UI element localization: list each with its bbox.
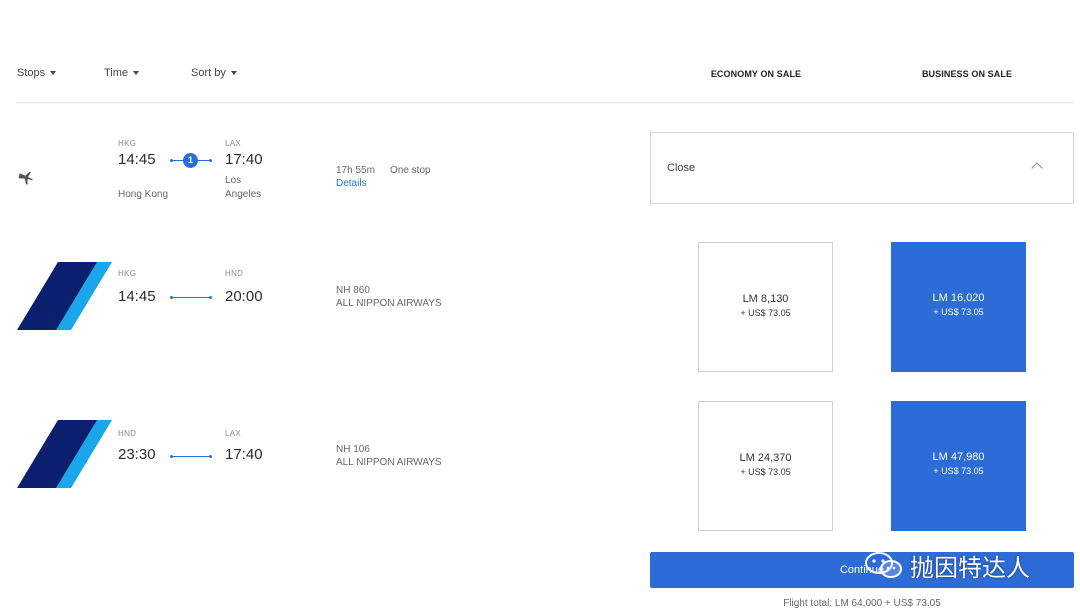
filter-sort-label: Sort by [191, 67, 226, 79]
economy-column-header: ECONOMY ON SALE [710, 69, 802, 79]
caret-down-icon [230, 71, 237, 76]
flight-number: NH 106 [336, 444, 370, 455]
fare-tax: + US$ 73.05 [740, 308, 791, 318]
stops-badge: 1 [183, 153, 198, 168]
filter-stops-label: Stops [17, 67, 46, 79]
details-link[interactable]: Details [336, 177, 367, 190]
airline-name: ALL NIPPON AIRWAYS [336, 457, 442, 468]
destination-city-line-1: Los [225, 175, 242, 186]
watermark-text: 抛因特达人 [910, 554, 1030, 582]
trip-duration: 17h 55m [336, 165, 375, 176]
chevron-up-icon [1031, 162, 1043, 174]
fare-points: LM 47,980 [932, 451, 985, 463]
stops-label: One stop [390, 165, 431, 176]
business-fare-option[interactable]: LM 47,980 + US$ 73.05 [891, 401, 1026, 531]
filter-sort-by[interactable]: Sort by [191, 67, 237, 79]
fare-tax: + US$ 73.05 [740, 467, 791, 477]
flight-total: Flight total: LM 64,000 + US$ 73.05 [783, 598, 941, 609]
route-end-dot [209, 296, 212, 299]
economy-fare-option[interactable]: LM 8,130 + US$ 73.05 [698, 242, 833, 372]
business-fare-option[interactable]: LM 16,020 + US$ 73.05 [891, 242, 1026, 372]
filter-stops[interactable]: Stops [17, 67, 57, 79]
destination-code: LAX [225, 139, 242, 148]
origin-code: HND [118, 429, 137, 438]
fare-points: LM 24,370 [739, 452, 792, 464]
wechat-icon [865, 552, 902, 578]
departure-time: 23:30 [118, 446, 156, 463]
business-column-header: BUSINESS ON SALE [921, 69, 1013, 79]
plane-icon [18, 171, 33, 185]
economy-fare-option[interactable]: LM 24,370 + US$ 73.05 [698, 401, 833, 531]
close-fare-panel[interactable]: Close [650, 132, 1074, 204]
route-end-dot [209, 159, 212, 162]
fare-points: LM 8,130 [742, 293, 789, 305]
arrival-time: 17:40 [225, 151, 263, 168]
fare-points: LM 16,020 [932, 292, 985, 304]
watermark: 抛因特达人 [864, 548, 1030, 582]
origin-code: HKG [118, 269, 137, 278]
flight-number: NH 860 [336, 285, 370, 296]
divider [16, 102, 1074, 103]
close-label: Close [667, 162, 696, 174]
caret-down-icon [133, 71, 140, 76]
route-end-dot [209, 455, 212, 458]
airline-name: ALL NIPPON AIRWAYS [336, 298, 442, 309]
fare-tax: + US$ 73.05 [933, 307, 984, 317]
route-line [171, 297, 211, 298]
route-line [171, 456, 211, 457]
arrival-time: 17:40 [225, 446, 263, 463]
arrival-time: 20:00 [225, 288, 263, 305]
departure-time: 14:45 [118, 151, 156, 168]
fare-tax: + US$ 73.05 [933, 466, 984, 476]
ana-logo-icon [17, 262, 112, 330]
ana-logo-icon [17, 420, 112, 488]
destination-city-line-2: Angeles [225, 189, 262, 200]
origin-city: Hong Kong [118, 189, 169, 200]
origin-code: HKG [118, 139, 137, 148]
departure-time: 14:45 [118, 288, 156, 305]
caret-down-icon [50, 71, 57, 76]
destination-code: HND [225, 269, 244, 278]
filter-time-label: Time [104, 67, 129, 79]
filter-time[interactable]: Time [104, 67, 140, 79]
destination-code: LAX [225, 429, 242, 438]
